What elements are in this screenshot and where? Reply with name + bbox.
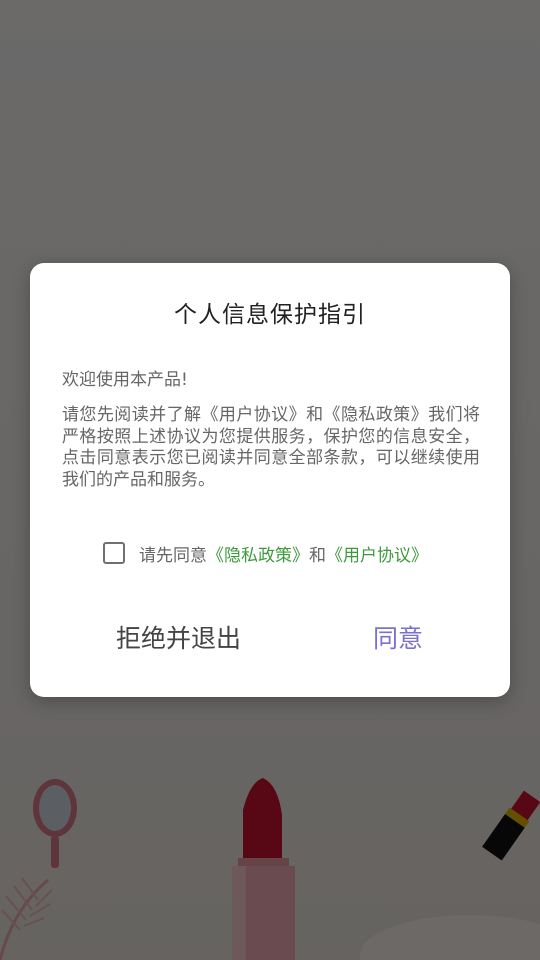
consent-row: 请先同意 《隐私政策》 和 《用户协议》 [103, 539, 428, 567]
policy-description: 请您先阅读并了解《用户协议》和《隐私政策》我们将严格按照上述协议为您提供服务，保… [62, 405, 480, 490]
dialog-title: 个人信息保护指引 [174, 302, 366, 328]
consent-joiner: 和 [309, 545, 326, 566]
privacy-policy-link[interactable]: 《隐私政策》 [207, 541, 309, 566]
reject-exit-button[interactable]: 拒绝并退出 [116, 619, 241, 655]
privacy-dialog: 个人信息保护指引 欢迎使用本产品! 请您先阅读并了解《用户协议》和《隐私政策》我… [30, 263, 510, 697]
consent-prefix: 请先同意 [139, 545, 207, 566]
agree-button[interactable]: 同意 [373, 619, 423, 655]
checkbox-unchecked-icon[interactable] [103, 542, 125, 564]
user-agreement-link[interactable]: 《用户协议》 [326, 541, 428, 566]
welcome-text: 欢迎使用本产品! [62, 370, 188, 390]
